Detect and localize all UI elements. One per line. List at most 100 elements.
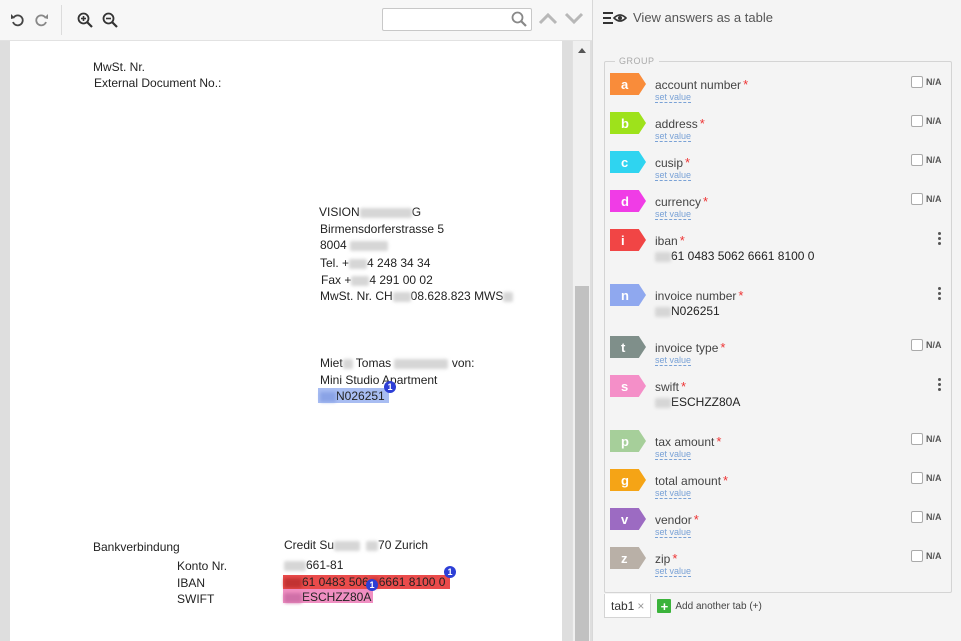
search-input[interactable] [383,9,505,30]
view-as-table-label: View answers as a table [633,10,773,25]
document-viewer: MwSt. Nr. External Document No.: VISION G… [0,41,592,641]
annotation-panel: View answers as a table GROUP a account … [592,0,961,641]
na-checkbox[interactable] [911,550,923,562]
chevron-down-icon[interactable] [564,10,584,29]
field-tag[interactable]: c [610,151,646,173]
na-checkbox[interactable] [911,115,923,127]
document-page: MwSt. Nr. External Document No.: VISION G… [10,41,562,641]
tab-label: tab1 [611,598,635,613]
field-tag[interactable]: d [610,190,646,212]
field-label: account number * [655,77,749,92]
vendor-zip: 8004 [320,238,389,252]
set-value-link[interactable]: set value [655,355,692,366]
more-options-icon[interactable] [938,287,942,300]
zoom-in-icon[interactable] [76,11,94,29]
group-label: GROUP [615,56,659,66]
search-field [382,8,532,31]
plus-icon: + [657,599,672,613]
field-label: total amount * [655,473,729,488]
iban-label: IBAN [177,576,206,590]
view-as-table-button[interactable]: View answers as a table [603,10,773,25]
na-toggle[interactable]: N/A [911,76,942,88]
na-checkbox[interactable] [911,154,923,166]
field-label: zip * [655,551,678,566]
tenant-line: Miet Tomas von: [320,356,475,370]
tab-tab1[interactable]: tab1 × [604,594,652,618]
vendor-street: Birmensdorferstrasse 5 [320,222,445,236]
field-label: invoice number * [655,288,744,303]
field-tag[interactable]: g [610,469,646,491]
field-label: iban * [655,233,685,248]
field-tag[interactable]: i [610,229,646,251]
field-tag[interactable]: z [610,547,646,569]
na-checkbox[interactable] [911,339,923,351]
na-checkbox[interactable] [911,193,923,205]
konto-value: 661-81 [284,558,343,572]
field-value[interactable]: ESCHZZ80A [655,395,740,409]
na-checkbox[interactable] [911,511,923,523]
field-value[interactable]: N026251 [655,304,720,318]
field-tag[interactable]: s [610,375,646,397]
na-checkbox[interactable] [911,76,923,88]
na-toggle[interactable]: N/A [911,472,942,484]
undo-icon[interactable] [8,11,26,29]
invoice-number-text: N026251 [320,389,385,403]
swift-text: ESCHZZ80A [284,590,371,604]
field-tag[interactable]: b [610,112,646,134]
field-value[interactable]: 61 0483 5062 6661 8100 0 [655,249,814,263]
search-icon[interactable] [511,11,527,30]
field-label: address * [655,116,705,131]
field-tag[interactable]: n [610,284,646,306]
document-scrollbar[interactable] [572,41,590,641]
field-label: invoice type * [655,340,726,355]
set-value-link[interactable]: set value [655,170,692,181]
na-toggle[interactable]: N/A [911,511,942,523]
set-value-link[interactable]: set value [655,131,692,142]
external-doc-label: External Document No.: [94,76,222,90]
field-tag[interactable]: a [610,73,646,95]
scroll-up-arrow-icon[interactable] [578,48,586,53]
na-toggle[interactable]: N/A [911,193,942,205]
add-tab-label: Add another tab (+) [675,600,762,612]
apartment-line: Mini Studio Apartment [320,373,438,387]
field-label: swift * [655,379,687,394]
field-tag[interactable]: p [610,430,646,452]
swift-label: SWIFT [177,592,215,606]
zoom-out-icon[interactable] [101,11,119,29]
na-toggle[interactable]: N/A [911,550,942,562]
na-checkbox[interactable] [911,472,923,484]
redo-icon[interactable] [33,11,51,29]
table-view-icon [603,11,627,24]
field-label: tax amount * [655,434,722,449]
bank-label: Bankverbindung [93,540,180,554]
toolbar-separator [61,5,62,35]
more-options-icon[interactable] [938,232,942,245]
match-count-badge: 1 [444,566,456,578]
field-tag[interactable]: v [610,508,646,530]
field-label: currency * [655,194,709,209]
set-value-link[interactable]: set value [655,566,692,577]
vendor-vat: MwSt. Nr. CH 08.628.823 MWS [320,289,514,303]
add-tab-button[interactable]: + Add another tab (+) [657,599,762,613]
set-value-link[interactable]: set value [655,449,692,460]
set-value-link[interactable]: set value [655,527,692,538]
scrollbar-thumb[interactable] [575,286,589,641]
match-count-badge: 1 [384,381,396,393]
set-value-link[interactable]: set value [655,488,692,499]
chevron-up-icon[interactable] [538,10,558,29]
close-icon[interactable]: × [637,599,644,613]
mwst-label: MwSt. Nr. [93,60,146,74]
na-toggle[interactable]: N/A [911,339,942,351]
iban-text: 61 0483 506 6661 8100 0 [284,575,445,589]
na-toggle[interactable]: N/A [911,433,942,445]
more-options-icon[interactable] [938,378,942,391]
field-tag[interactable]: t [610,336,646,358]
na-toggle[interactable]: N/A [911,115,942,127]
konto-label: Konto Nr. [177,559,228,573]
vendor-name: VISION G [319,205,422,219]
set-value-link[interactable]: set value [655,92,692,103]
vendor-tel: Tel. +4 248 34 34 [320,256,431,270]
na-checkbox[interactable] [911,433,923,445]
na-toggle[interactable]: N/A [911,154,942,166]
set-value-link[interactable]: set value [655,209,692,220]
